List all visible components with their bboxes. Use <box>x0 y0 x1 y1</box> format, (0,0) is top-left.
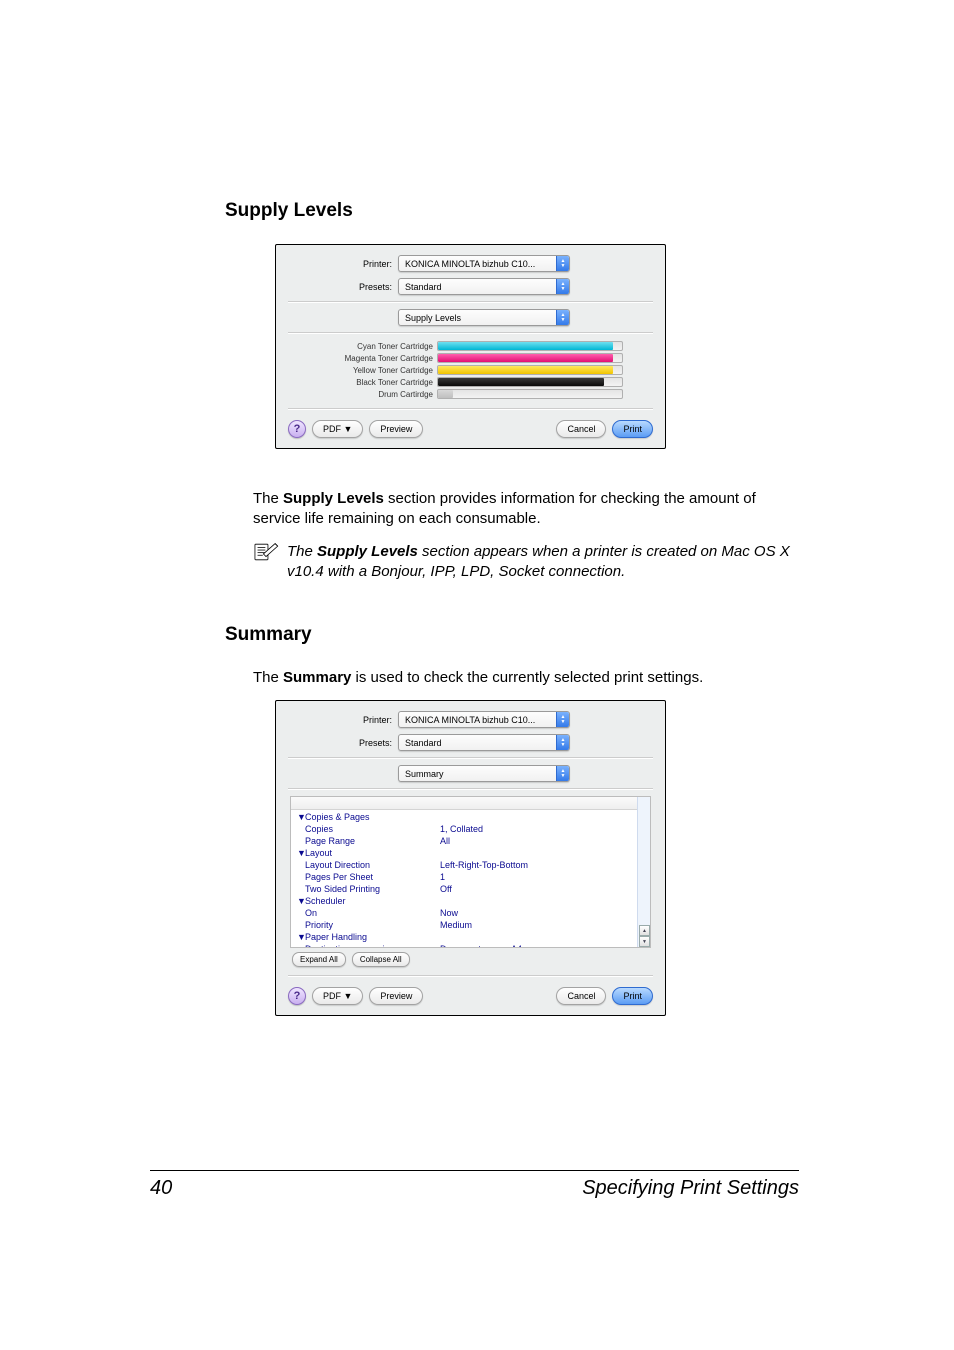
summary-row: Page RangeAll <box>291 835 636 847</box>
summary-row: OnNow <box>291 907 636 919</box>
supply-label: Cyan Toner Cartridge <box>288 342 437 351</box>
summary-group[interactable]: ▼Paper Handling <box>291 931 636 943</box>
summary-group[interactable]: ▼Copies & Pages <box>291 811 636 823</box>
note-icon <box>253 542 279 562</box>
panel-value: Supply Levels <box>405 313 461 323</box>
presets-label: Presets: <box>288 738 398 748</box>
updown-icon <box>556 309 569 326</box>
summary-row: PriorityMedium <box>291 919 636 931</box>
supply-label: Yellow Toner Cartridge <box>288 366 437 375</box>
updown-icon <box>556 765 569 782</box>
print-dialog-summary: Printer: KONICA MINOLTA bizhub C10... Pr… <box>275 700 666 1016</box>
pdf-menu-button[interactable]: PDF ▼ <box>312 987 363 1005</box>
supply-levels-heading: Supply Levels <box>225 200 799 222</box>
expand-all-button[interactable]: Expand All <box>292 952 346 967</box>
printer-label: Printer: <box>288 259 398 269</box>
supply-bar <box>437 365 623 375</box>
presets-label: Presets: <box>288 282 398 292</box>
pdf-menu-button[interactable]: PDF ▼ <box>312 420 363 438</box>
summary-group[interactable]: ▼Scheduler <box>291 895 636 907</box>
supply-description: The Supply Levels section provides infor… <box>253 489 799 530</box>
printer-value: KONICA MINOLTA bizhub C10... <box>405 259 535 269</box>
note-text: The Supply Levels section appears when a… <box>287 542 799 583</box>
supply-row: Black Toner Cartridge <box>288 376 653 388</box>
summary-group[interactable]: ▼Layout <box>291 847 636 859</box>
supply-label: Black Toner Cartridge <box>288 378 437 387</box>
cancel-button[interactable]: Cancel <box>556 987 606 1005</box>
print-button[interactable]: Print <box>612 987 653 1005</box>
divider <box>288 332 653 334</box>
scroll-down-icon[interactable]: ▼ <box>639 936 650 947</box>
collapse-all-button[interactable]: Collapse All <box>352 952 410 967</box>
supply-bar <box>437 377 623 387</box>
summary-settings-list: ▼Copies & PagesCopies1, CollatedPage Ran… <box>290 796 651 948</box>
summary-row: Two Sided PrintingOff <box>291 883 636 895</box>
print-dialog-supply: Printer: KONICA MINOLTA bizhub C10... Pr… <box>275 244 666 449</box>
scroll-up-icon[interactable]: ▲ <box>639 925 650 936</box>
panel-value: Summary <box>405 769 444 779</box>
summary-description: The Summary is used to check the current… <box>253 668 799 688</box>
presets-combo[interactable]: Standard <box>398 734 570 751</box>
summary-row: Pages Per Sheet1 <box>291 871 636 883</box>
supply-row: Magenta Toner Cartridge <box>288 352 653 364</box>
page-number: 40 <box>150 1177 172 1200</box>
preview-button[interactable]: Preview <box>369 987 423 1005</box>
presets-combo[interactable]: Standard <box>398 278 570 295</box>
divider <box>288 408 653 410</box>
summary-heading: Summary <box>225 624 799 646</box>
printer-value: KONICA MINOLTA bizhub C10... <box>405 715 535 725</box>
help-button[interactable]: ? <box>288 420 306 438</box>
printer-combo[interactable]: KONICA MINOLTA bizhub C10... <box>398 711 570 728</box>
updown-icon <box>556 711 569 728</box>
summary-header <box>291 797 638 810</box>
presets-value: Standard <box>405 738 442 748</box>
updown-icon <box>556 278 569 295</box>
supply-bar <box>437 341 623 351</box>
presets-value: Standard <box>405 282 442 292</box>
supply-row: Cyan Toner Cartridge <box>288 340 653 352</box>
divider <box>288 301 653 303</box>
supply-label: Drum Cartirdge <box>288 390 437 399</box>
summary-row: Layout DirectionLeft-Right-Top-Bottom <box>291 859 636 871</box>
page-footer-text: Specifying Print Settings <box>582 1177 799 1200</box>
printer-label: Printer: <box>288 715 398 725</box>
cancel-button[interactable]: Cancel <box>556 420 606 438</box>
help-button[interactable]: ? <box>288 987 306 1005</box>
updown-icon <box>556 255 569 272</box>
supply-row: Drum Cartirdge <box>288 388 653 400</box>
preview-button[interactable]: Preview <box>369 420 423 438</box>
supply-bar <box>437 389 623 399</box>
summary-row: Copies1, Collated <box>291 823 636 835</box>
supply-label: Magenta Toner Cartridge <box>288 354 437 363</box>
panel-combo[interactable]: Supply Levels <box>398 309 570 326</box>
scrollbar[interactable]: ▲ ▼ <box>637 797 650 947</box>
supply-row: Yellow Toner Cartridge <box>288 364 653 376</box>
divider <box>288 757 653 759</box>
print-button[interactable]: Print <box>612 420 653 438</box>
divider <box>288 975 653 977</box>
updown-icon <box>556 734 569 751</box>
panel-combo[interactable]: Summary <box>398 765 570 782</box>
summary-row: Destination paper sizeDocument paper: A4 <box>291 943 636 948</box>
printer-combo[interactable]: KONICA MINOLTA bizhub C10... <box>398 255 570 272</box>
divider <box>288 788 653 790</box>
supply-bar <box>437 353 623 363</box>
